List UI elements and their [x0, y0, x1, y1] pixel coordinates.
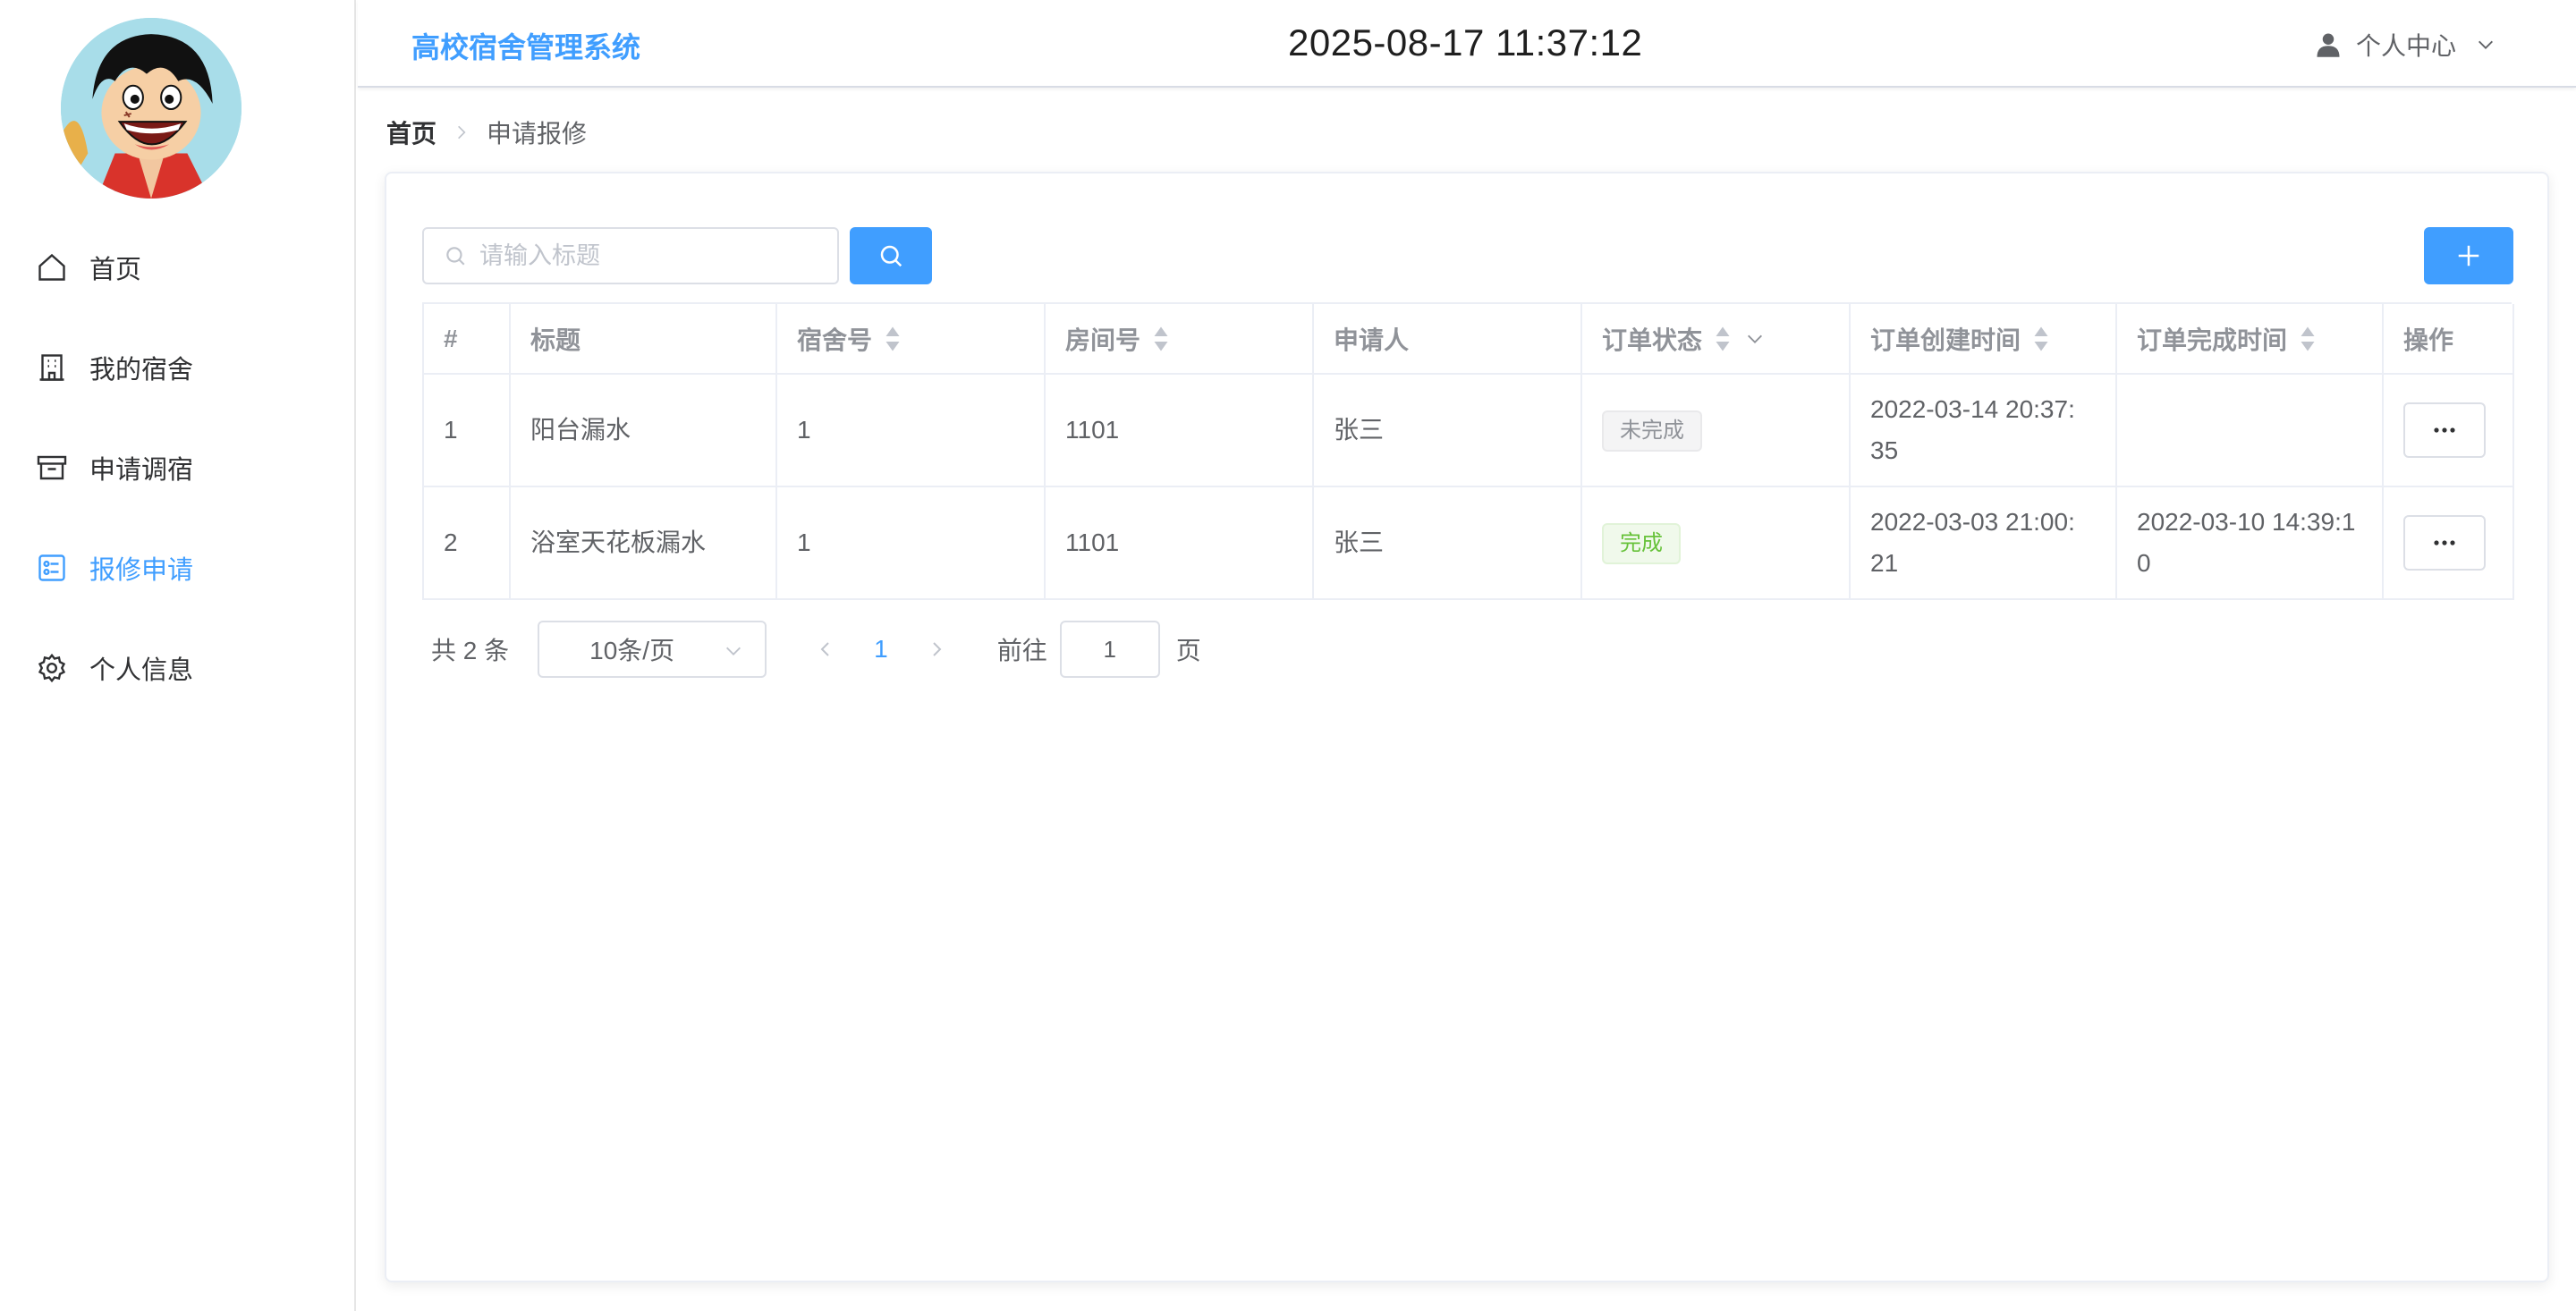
- gear-icon: [36, 652, 68, 684]
- sort-caret-icon[interactable]: [2300, 326, 2316, 352]
- header-applicant: 申请人: [1313, 304, 1582, 375]
- page-size-value: 10条/页: [589, 637, 675, 664]
- goto-page-input[interactable]: [1059, 621, 1160, 678]
- cell-finished: [2116, 374, 2384, 487]
- search-input[interactable]: [479, 241, 819, 270]
- table-header-row: # 标题 宿舍号 房间号 申请人 订单状态 订单创建时间 订单完成时间 操作: [424, 304, 2514, 375]
- sidebar-item-label: 申请调宿: [89, 456, 194, 485]
- breadcrumb-current: 申请报修: [487, 120, 588, 148]
- chevron-down-icon: [2479, 40, 2493, 49]
- chevron-down-icon: [726, 647, 741, 656]
- cell-status: 完成: [1581, 486, 1851, 600]
- more-actions-button[interactable]: [2403, 402, 2486, 458]
- sort-caret-icon[interactable]: [885, 326, 901, 352]
- cell-created: 2022-03-14 20:37: 35: [1850, 374, 2117, 487]
- search-button[interactable]: [850, 227, 932, 284]
- app-root: 首页 我的宿舍 申请调宿 报修申请 个人信息 高校宿舍管理系统 2025-08-…: [0, 0, 2576, 1311]
- header-dorm[interactable]: 宿舍号: [776, 304, 1046, 375]
- sidebar-item-label: 个人信息: [89, 656, 194, 685]
- header-created[interactable]: 订单创建时间: [1850, 304, 2117, 375]
- more-actions-button[interactable]: [2403, 515, 2486, 571]
- sort-caret-icon[interactable]: [1153, 326, 1169, 352]
- header-actions: 操作: [2383, 304, 2514, 375]
- cell-room: 1101: [1045, 374, 1314, 487]
- search-box: [422, 227, 839, 284]
- sidebar-item-label: 首页: [89, 256, 142, 284]
- user-center-label: 个人中心: [2355, 32, 2456, 60]
- header-index: #: [424, 304, 511, 375]
- content-card: # 标题 宿舍号 房间号 申请人 订单状态 订单创建时间 订单完成时间: [385, 172, 2549, 1282]
- user-icon: [2317, 33, 2340, 57]
- cell-index: 1: [424, 374, 511, 487]
- add-button[interactable]: [2424, 227, 2513, 284]
- chevron-right-icon: [458, 125, 466, 140]
- more-icon: [2434, 540, 2455, 546]
- header-finished[interactable]: 订单完成时间: [2116, 304, 2384, 375]
- table-row: 2 浴室天花板漏水 1 1101 张三 完成 2022-03-03 21:00:…: [424, 486, 2514, 600]
- pagination-total: 共 2 条: [431, 637, 510, 664]
- breadcrumb: 首页 申请报修: [386, 114, 587, 150]
- pagination: 共 2 条 10条/页 1 前往 页: [422, 621, 1201, 678]
- status-badge: 完成: [1602, 523, 1681, 564]
- sort-caret-icon[interactable]: [1715, 326, 1731, 352]
- search-icon: [880, 245, 902, 267]
- cell-actions: [2383, 374, 2514, 487]
- header-room[interactable]: 房间号: [1045, 304, 1314, 375]
- more-icon: [2434, 427, 2455, 433]
- cell-actions: [2383, 486, 2514, 600]
- sidebar: 首页 我的宿舍 申请调宿 报修申请 个人信息: [0, 0, 356, 1311]
- plus-icon: [2458, 245, 2479, 266]
- cell-status: 未完成: [1581, 374, 1851, 487]
- header-status[interactable]: 订单状态: [1581, 304, 1851, 375]
- system-title: 高校宿舍管理系统: [411, 31, 641, 63]
- cell-created: 2022-03-03 21:00: 21: [1850, 486, 2117, 600]
- page-size-select[interactable]: 10条/页: [538, 621, 767, 678]
- top-header: 高校宿舍管理系统 2025-08-17 11:37:12 个人中心: [358, 0, 2576, 88]
- page-unit-label: 页: [1175, 637, 1201, 664]
- avatar[interactable]: [61, 18, 242, 199]
- table-row: 1 阳台漏水 1 1101 张三 未完成 2022-03-14 20:37: 35: [424, 374, 2514, 487]
- status-badge: 未完成: [1602, 410, 1702, 452]
- home-icon: [36, 251, 68, 283]
- tickets-icon: [36, 552, 68, 584]
- breadcrumb-home[interactable]: 首页: [386, 114, 436, 150]
- sidebar-menu: 首页 我的宿舍 申请调宿 报修申请 个人信息: [0, 217, 354, 718]
- next-page-icon[interactable]: [926, 639, 947, 660]
- cell-index: 2: [424, 486, 511, 600]
- cell-applicant: 张三: [1313, 374, 1582, 487]
- building-icon: [36, 351, 68, 384]
- sidebar-item-dorm-transfer[interactable]: 申请调宿: [0, 418, 354, 518]
- sidebar-item-label: 我的宿舍: [89, 356, 194, 385]
- datetime-display: 2025-08-17 11:37:12: [1288, 21, 1643, 63]
- sidebar-item-profile[interactable]: 个人信息: [0, 618, 354, 718]
- sidebar-item-my-dorm[interactable]: 我的宿舍: [0, 317, 354, 418]
- cell-applicant: 张三: [1313, 486, 1582, 600]
- sidebar-item-repair[interactable]: 报修申请: [0, 518, 354, 618]
- user-center-dropdown[interactable]: 个人中心: [2315, 27, 2496, 63]
- cell-title: 浴室天花板漏水: [510, 486, 777, 600]
- prev-page-icon[interactable]: [815, 639, 836, 660]
- avatar-image: [61, 18, 242, 199]
- filter-chevron-icon[interactable]: [1745, 329, 1765, 349]
- cell-dorm: 1: [776, 374, 1046, 487]
- cell-title: 阳台漏水: [510, 374, 777, 487]
- cell-room: 1101: [1045, 486, 1314, 600]
- page-number-current[interactable]: 1: [863, 635, 899, 664]
- box-icon: [36, 452, 68, 484]
- cell-dorm: 1: [776, 486, 1046, 600]
- sidebar-item-label: 报修申请: [89, 556, 194, 585]
- sort-caret-icon[interactable]: [2033, 326, 2049, 352]
- search-icon: [446, 247, 465, 266]
- goto-label: 前往: [996, 637, 1047, 664]
- header-title: 标题: [510, 304, 777, 375]
- repair-table: # 标题 宿舍号 房间号 申请人 订单状态 订单创建时间 订单完成时间 操作 1…: [422, 302, 2514, 600]
- cell-finished: 2022-03-10 14:39:1 0: [2116, 486, 2384, 600]
- sidebar-item-home[interactable]: 首页: [0, 217, 354, 317]
